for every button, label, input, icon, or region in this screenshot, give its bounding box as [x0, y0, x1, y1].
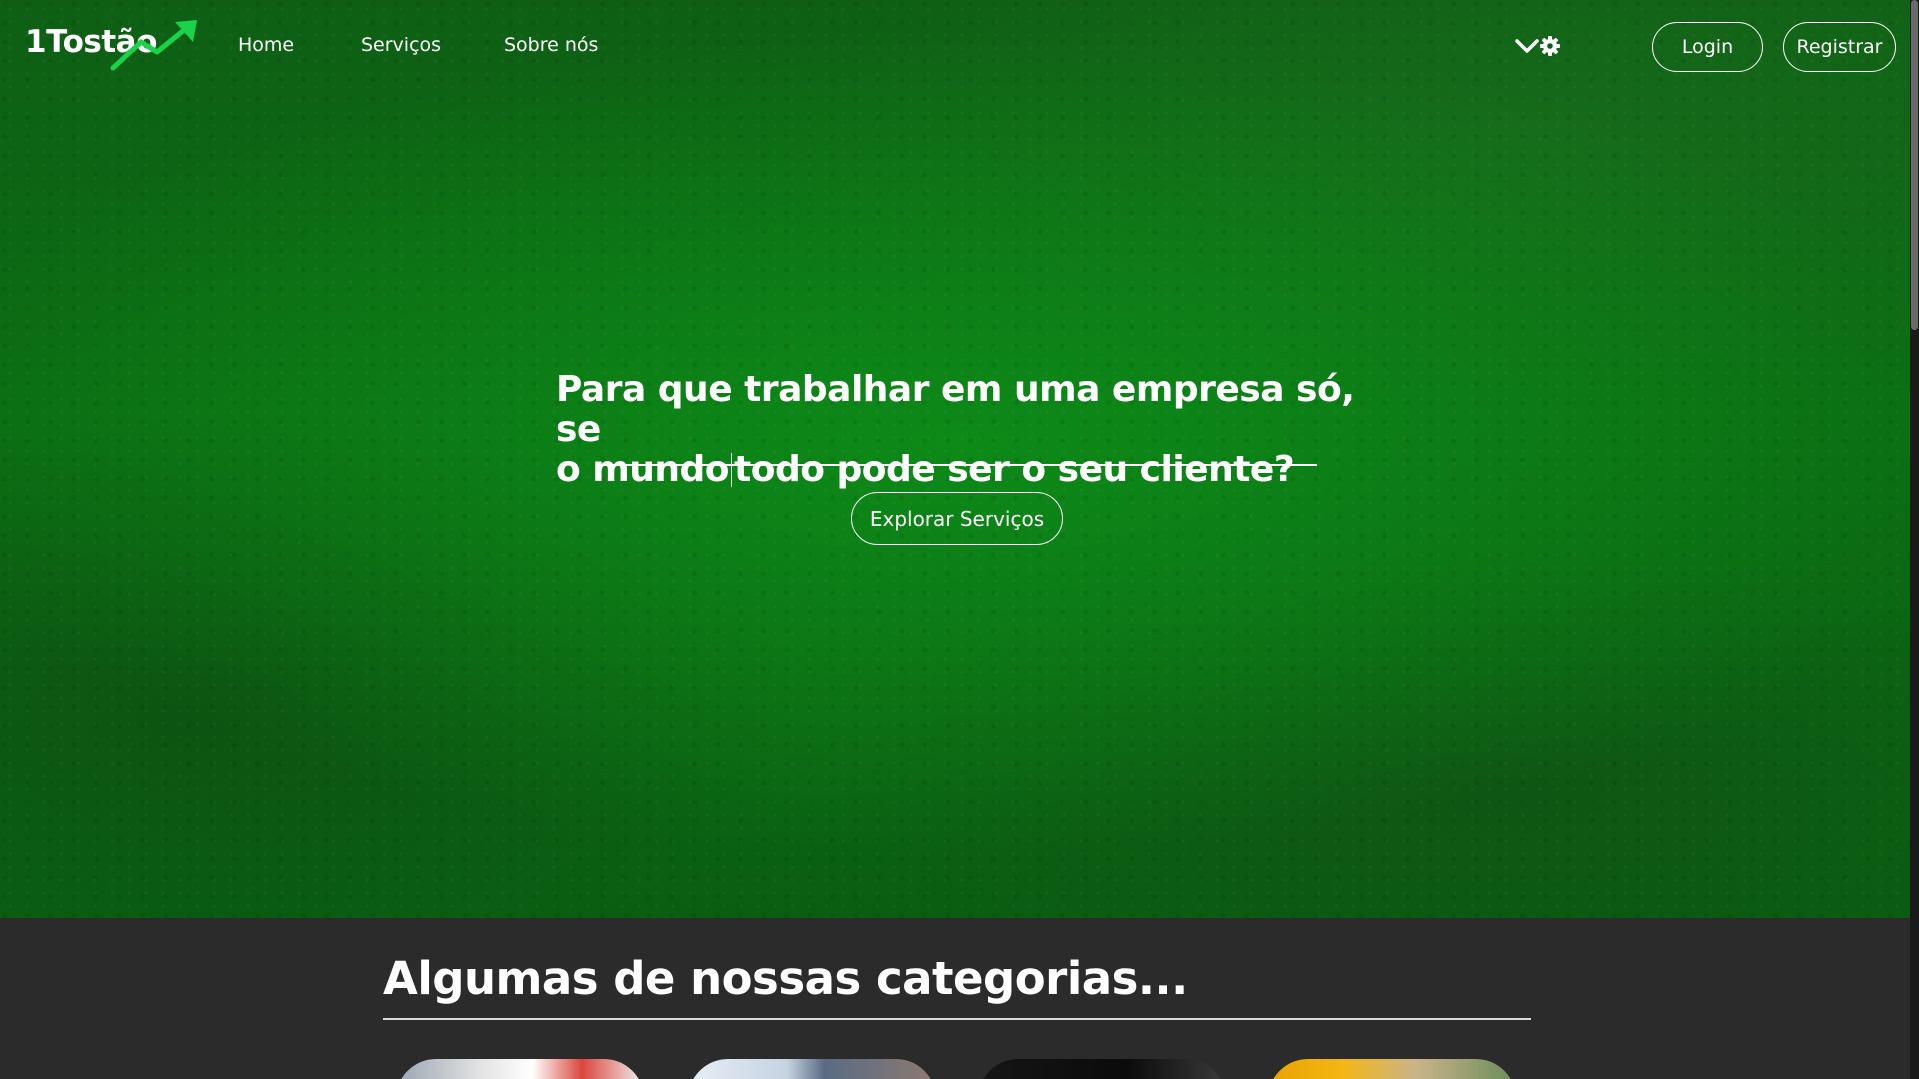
nav-sobre-nos[interactable]: Sobre nós [504, 34, 598, 56]
nav-servicos[interactable]: Serviços [361, 34, 441, 56]
categories-heading: Algumas de nossas categorias... [383, 952, 1188, 1005]
gear-icon[interactable] [1540, 36, 1560, 60]
logo[interactable]: 1Tostão [25, 20, 197, 72]
category-card[interactable] [978, 1059, 1226, 1079]
hero-underline [597, 464, 1317, 466]
navbar: 1Tostão Home Serviços Sobre nós Login Re… [0, 0, 1916, 92]
category-card[interactable] [1268, 1059, 1516, 1079]
scrollbar-thumb[interactable] [1911, 0, 1918, 330]
text-cursor [731, 453, 733, 487]
categories-underline [383, 1018, 1531, 1020]
category-card[interactable] [688, 1059, 936, 1079]
nav-home[interactable]: Home [238, 34, 294, 56]
chevron-down-icon[interactable] [1515, 38, 1539, 58]
scrollbar[interactable] [1910, 0, 1919, 1079]
trend-arrow-icon [110, 20, 197, 71]
category-card[interactable] [396, 1059, 644, 1079]
hero-title-line2a: o mundo [556, 449, 730, 490]
hero-title-line2b: todo pode ser o seu cliente? [734, 449, 1295, 490]
hero-title-line1: Para que trabalhar em uma empresa só, se [556, 369, 1355, 450]
hero-title: Para que trabalhar em uma empresa só, se… [556, 370, 1376, 490]
register-button[interactable]: Registrar [1783, 22, 1896, 72]
categories-section: Algumas de nossas categorias... [0, 918, 1910, 1079]
login-button[interactable]: Login [1652, 22, 1763, 72]
page: 1Tostão Home Serviços Sobre nós Login Re… [0, 0, 1919, 1079]
explore-services-button[interactable]: Explorar Serviços [851, 492, 1063, 545]
